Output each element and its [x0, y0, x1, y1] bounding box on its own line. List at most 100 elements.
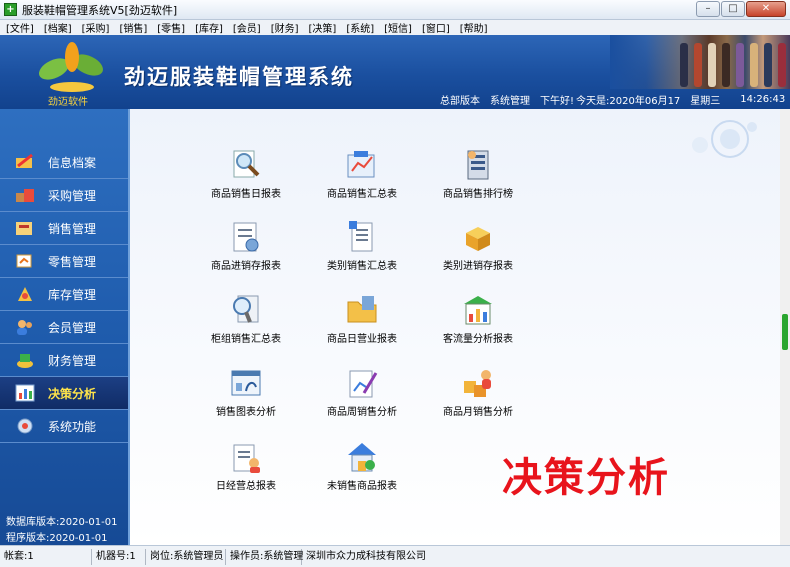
- menu-retail[interactable]: [零售]: [157, 20, 185, 35]
- sidebar-item-retail[interactable]: 零售管理: [0, 245, 128, 278]
- sidebar-item-member[interactable]: 会员管理: [0, 311, 128, 344]
- app-icon: +: [4, 3, 17, 16]
- inventory-icon: [14, 284, 36, 304]
- status-operator: 操作员:系统管理: [226, 548, 303, 565]
- menu-purchase[interactable]: [采购]: [82, 20, 110, 35]
- tile-sales-chart[interactable]: 销售图表分析: [196, 365, 296, 429]
- stock-report-icon: [233, 222, 259, 252]
- tile-daily-operations[interactable]: 日经营总报表: [196, 439, 296, 503]
- status-position: 岗位:系统管理员: [146, 548, 226, 565]
- sales-icon: [14, 218, 36, 238]
- sidebar-item-system[interactable]: 系统功能: [0, 410, 128, 443]
- person-boxes-icon: [464, 370, 491, 397]
- sidebar-item-sales[interactable]: 销售管理: [0, 212, 128, 245]
- tile-stock-report[interactable]: 商品进销存报表: [196, 219, 296, 283]
- chart-summary-icon: [347, 151, 375, 178]
- menu-inventory[interactable]: [库存]: [195, 20, 223, 35]
- main-panel: 商品销售日报表 商品销售汇总表 商品销售排行榜 商品进销存报表 类别销售汇总表 …: [130, 109, 780, 545]
- vertical-scrollbar[interactable]: [780, 109, 790, 545]
- menu-help[interactable]: [帮助]: [460, 20, 488, 35]
- tile-label: 销售图表分析: [216, 407, 276, 418]
- maximize-button[interactable]: □: [721, 1, 745, 17]
- header-banner: 劲迈软件 劲迈服装鞋帽管理系统 总部版本 系统管理 下午好! 今天是: 2020…: [0, 35, 790, 109]
- role-label: 系统管理: [490, 95, 530, 107]
- sidebar-item-purchase[interactable]: 采购管理: [0, 179, 128, 212]
- menu-archive[interactable]: [档案]: [44, 20, 72, 35]
- menu-system[interactable]: [系统]: [346, 20, 374, 35]
- version-label: 总部版本: [440, 95, 480, 107]
- tile-label: 商品销售汇总表: [327, 189, 397, 200]
- sidebar-item-finance[interactable]: 财务管理: [0, 344, 128, 377]
- tile-counter-summary[interactable]: 柜组销售汇总表: [196, 292, 296, 356]
- tile-monthly-sales[interactable]: 商品月销售分析: [428, 365, 528, 429]
- menu-decision[interactable]: [决策]: [309, 20, 337, 35]
- tile-label: 类别销售汇总表: [327, 261, 397, 272]
- window-controls: – □ ✕: [695, 1, 786, 17]
- bar-chart-icon: [464, 296, 492, 325]
- sidebar-item-label: 财务管理: [48, 353, 97, 368]
- document-icon: [349, 221, 373, 252]
- menu-window[interactable]: [窗口]: [422, 20, 450, 35]
- tile-label: 商品周销售分析: [327, 407, 397, 418]
- status-company: 深圳市众力成科技有限公司: [306, 550, 426, 562]
- logo-text: 劲迈软件: [48, 97, 88, 108]
- menu-member[interactable]: [会员]: [233, 20, 261, 35]
- menu-finance[interactable]: [财务]: [271, 20, 299, 35]
- tile-label: 柜组销售汇总表: [211, 334, 281, 345]
- tile-weekly-sales[interactable]: 商品周销售分析: [312, 365, 412, 429]
- member-icon: [14, 317, 36, 337]
- status-machine: 机器号:1: [92, 548, 146, 565]
- sidebar-item-label: 系统功能: [48, 419, 97, 434]
- house-icon: [348, 443, 376, 472]
- sidebar-item-label: 销售管理: [48, 221, 97, 236]
- tile-label: 商品销售日报表: [211, 189, 281, 200]
- window-chart-icon: [231, 370, 261, 396]
- time-value: 14:26:43: [740, 93, 786, 105]
- menu-sales[interactable]: [销售]: [119, 20, 147, 35]
- tile-category-summary[interactable]: 类别销售汇总表: [312, 219, 412, 283]
- tile-category-stock[interactable]: 类别进销存报表: [428, 219, 528, 283]
- finance-icon: [14, 350, 36, 370]
- weekday-value: 星期三: [690, 95, 721, 107]
- menu-sms[interactable]: [短信]: [384, 20, 412, 35]
- tile-label: 类别进销存报表: [443, 261, 513, 272]
- sidebar: 信息档案 采购管理 销售管理 零售管理 库存管理 会员管理 财务管理 决策分析: [0, 109, 130, 545]
- sidebar-item-inventory[interactable]: 库存管理: [0, 278, 128, 311]
- tile-sales-summary[interactable]: 商品销售汇总表: [312, 147, 412, 211]
- tile-label: 商品月销售分析: [443, 407, 513, 418]
- menu-file[interactable]: [文件]: [6, 20, 34, 35]
- search-document-icon: [233, 295, 259, 323]
- clothing-photo: [610, 35, 790, 89]
- sidebar-item-label: 零售管理: [48, 254, 97, 269]
- tile-label: 商品销售排行榜: [443, 189, 513, 200]
- title-bar: + 服装鞋帽管理系统V5[劲迈软件] – □ ✕: [0, 0, 790, 20]
- purchase-icon: [14, 185, 36, 205]
- decision-icon: [14, 383, 36, 403]
- leaf-logo-icon: [39, 42, 103, 92]
- tile-daily-sales-report[interactable]: 商品销售日报表: [196, 147, 296, 211]
- minimize-button[interactable]: –: [696, 1, 720, 17]
- sidebar-item-decision[interactable]: 决策分析: [0, 377, 128, 410]
- system-icon: [14, 416, 36, 436]
- sidebar-item-label: 库存管理: [48, 287, 97, 302]
- tile-sales-ranking[interactable]: 商品销售排行榜: [428, 147, 528, 211]
- tile-label: 未销售商品报表: [327, 481, 397, 492]
- tile-label: 日经营总报表: [216, 481, 276, 492]
- scroll-thumb[interactable]: [782, 314, 788, 350]
- tile-daily-business[interactable]: 商品日营业报表: [312, 292, 412, 356]
- tile-unsold-goods[interactable]: 未销售商品报表: [312, 439, 412, 503]
- tile-label: 商品进销存报表: [211, 261, 281, 272]
- tile-label: 客流量分析报表: [443, 334, 513, 345]
- tile-label: 商品日营业报表: [327, 334, 397, 345]
- date-prefix: 今天是:: [576, 95, 610, 107]
- section-caption: 决策分析: [502, 455, 670, 501]
- app-version: 程序版本:2020-01-01: [6, 533, 108, 544]
- clipboard-icon: [233, 444, 260, 473]
- close-button[interactable]: ✕: [746, 1, 786, 17]
- status-bar: 帐套:1 机器号:1 岗位:系统管理员 操作员:系统管理 深圳市众力成科技有限公…: [0, 545, 790, 567]
- sidebar-item-label: 会员管理: [48, 320, 97, 335]
- boxes-icon: [466, 227, 490, 251]
- info-bar: 总部版本 系统管理 下午好! 今天是: 2020年06月17 星期三 14:26…: [440, 91, 790, 107]
- sidebar-item-info-archive[interactable]: 信息档案: [0, 146, 128, 179]
- tile-traffic-analysis[interactable]: 客流量分析报表: [428, 292, 528, 356]
